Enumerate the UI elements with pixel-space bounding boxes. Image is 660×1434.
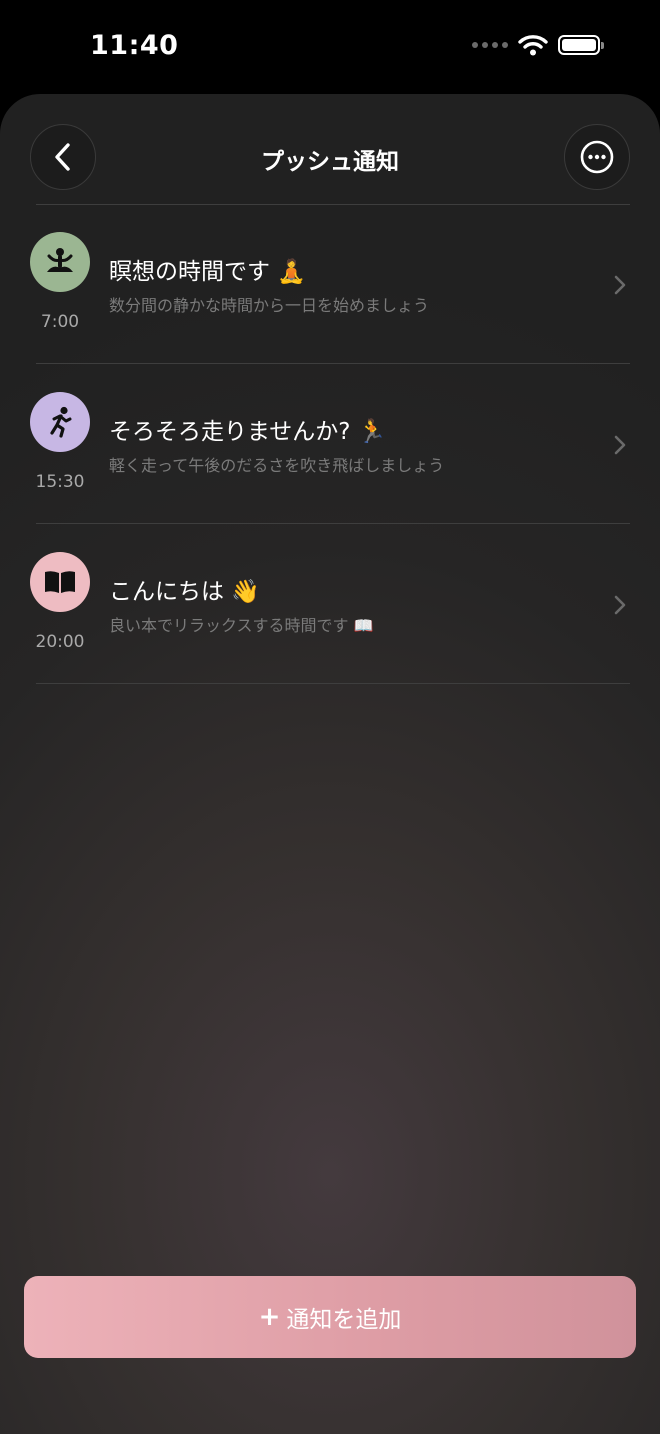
divider xyxy=(36,683,630,684)
screen: 11:40 プッシュ通知 7:00 瞑想の時間です 🧘 数分間の静かな時間から一… xyxy=(0,0,660,1434)
notification-title: 瞑想の時間です 🧘 xyxy=(109,259,306,285)
status-icons xyxy=(472,34,604,56)
add-notification-button[interactable]: + 通知を追加 xyxy=(24,1276,636,1358)
status-time: 11:40 xyxy=(90,30,179,61)
more-icon xyxy=(580,140,614,174)
notification-title: そろそろ走りませんか? 🏃 xyxy=(109,419,387,445)
meditation-icon xyxy=(30,232,90,292)
notification-sheet: プッシュ通知 7:00 瞑想の時間です 🧘 数分間の静かな時間から一日を始めまし… xyxy=(0,94,660,1434)
notification-title: こんにちは 👋 xyxy=(109,579,260,605)
status-bar: 11:40 xyxy=(0,0,660,94)
notification-row-reading[interactable]: 20:00 こんにちは 👋 良い本でリラックスする時間です 📖 xyxy=(0,524,660,684)
add-notification-label: 通知を追加 xyxy=(286,1307,402,1333)
notification-time: 15:30 xyxy=(35,472,85,492)
notification-subtitle: 数分間の静かな時間から一日を始めましょう xyxy=(109,296,430,315)
notification-row-running[interactable]: 15:30 そろそろ走りませんか? 🏃 軽く走って午後のだるさを吹き飛ばしましょ… xyxy=(0,364,660,524)
wifi-icon xyxy=(518,35,548,56)
chevron-right-icon xyxy=(614,595,626,615)
notification-time: 20:00 xyxy=(35,632,85,652)
notification-subtitle: 良い本でリラックスする時間です 📖 xyxy=(109,616,374,635)
notification-row-meditation[interactable]: 7:00 瞑想の時間です 🧘 数分間の静かな時間から一日を始めましょう xyxy=(0,204,660,364)
nav-bar: プッシュ通知 xyxy=(0,94,660,204)
cellular-signal-icon xyxy=(472,42,508,48)
battery-icon xyxy=(558,35,604,55)
notification-subtitle: 軽く走って午後のだるさを吹き飛ばしましょう xyxy=(109,456,445,475)
more-options-button[interactable] xyxy=(564,124,630,190)
running-icon xyxy=(30,392,90,452)
notification-time: 7:00 xyxy=(40,312,80,332)
page-title: プッシュ通知 xyxy=(261,149,399,175)
chevron-right-icon xyxy=(614,435,626,455)
chevron-right-icon xyxy=(614,275,626,295)
plus-icon: + xyxy=(258,1302,281,1332)
book-icon xyxy=(30,552,90,612)
